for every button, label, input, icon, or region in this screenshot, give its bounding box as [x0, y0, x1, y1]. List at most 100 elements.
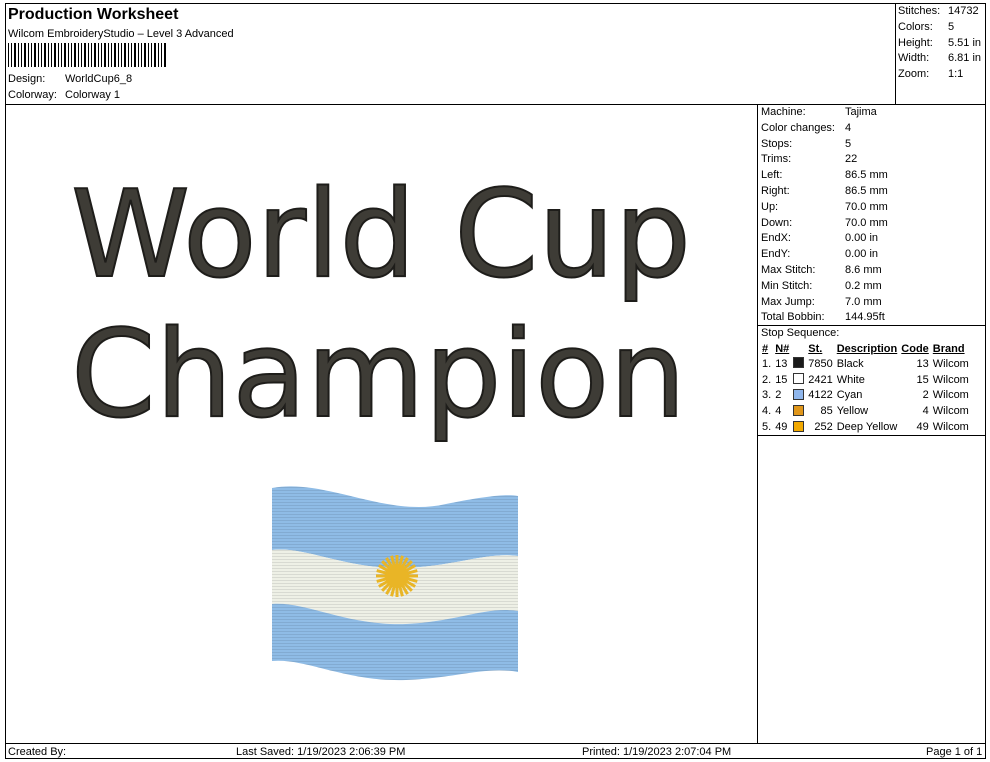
machine-info-value: 0.00 in: [845, 232, 879, 245]
machine-info-value: 22: [845, 153, 858, 166]
machine-info-value: 8.6 mm: [845, 264, 882, 276]
colorway-value: Colorway 1: [65, 89, 121, 101]
row-description: White: [836, 373, 865, 386]
row-code: 2: [922, 389, 929, 402]
stop-sequence-row: 3. 2 4122 Cyan 2 Wilcom: [760, 388, 971, 404]
machine-info-label: Stops:: [761, 137, 793, 150]
stop-sequence-title: Stop Sequence:: [761, 327, 840, 339]
machine-info-value: 144.95ft: [845, 311, 885, 324]
row-needle: 49: [775, 421, 788, 434]
machine-info-label: Left:: [761, 169, 783, 182]
row-code: 4: [922, 405, 929, 418]
footer-printed: Printed: 1/19/2023 2:07:04 PM: [582, 746, 732, 758]
machine-info-value: 86.5 mm: [845, 185, 888, 197]
thread-color-swatch: [793, 404, 805, 416]
machine-info-label: Color changes:: [761, 121, 835, 134]
row-brand: Wilcom: [932, 373, 969, 386]
design-value: WorldCup6_8: [65, 73, 133, 85]
col-swatch: [791, 341, 806, 356]
col-description: Description: [836, 342, 898, 355]
summary-value: 14732: [948, 5, 979, 17]
footer-created-by: Created By:: [8, 746, 67, 758]
row-code: 13: [916, 357, 929, 370]
design-text-line-2: Champion: [71, 306, 686, 445]
side-panel-separator: [757, 325, 986, 326]
col-brand: Brand: [932, 342, 965, 355]
row-number: 2.: [762, 373, 772, 386]
sun-of-may: [376, 555, 418, 597]
row-stitches: 4122: [808, 389, 833, 402]
machine-info-label: Trims:: [761, 153, 792, 166]
machine-info-label: Max Jump:: [761, 295, 815, 308]
row-needle: 2: [775, 389, 782, 402]
col-number: #: [762, 342, 769, 355]
machine-info-label: Max Stitch:: [761, 264, 816, 276]
row-description: Deep Yellow: [836, 421, 898, 434]
header-divider: [5, 104, 986, 105]
footer-page: Page 1 of 1: [926, 746, 983, 758]
row-brand: Wilcom: [932, 357, 969, 370]
stop-sequence-row: 5. 49 252 Deep Yellow 49 Wilcom: [760, 419, 971, 435]
summary-value: 1:1: [948, 68, 964, 81]
row-number: 5.: [762, 421, 772, 434]
color-swatch: [791, 419, 806, 435]
design-label: Design:: [8, 73, 46, 85]
summary-divider: [895, 3, 896, 104]
machine-info-value: 7.0 mm: [845, 295, 882, 308]
design-preview: World Cup Champion: [6, 106, 756, 743]
stop-sequence-table: # N# St. Description Code Brand 1. 13 7850…: [760, 341, 971, 435]
summary-label: Height:: [898, 36, 933, 49]
machine-info-label: Machine:: [761, 106, 806, 118]
stop-sequence-row: 2. 15 2421 White 15 Wilcom: [760, 372, 971, 388]
row-stitches: 7850: [808, 357, 833, 370]
row-stitches: 2421: [808, 373, 833, 386]
row-number: 4.: [762, 405, 772, 418]
page-title: Production Worksheet: [8, 6, 179, 23]
row-number: 3.: [762, 389, 772, 402]
footer-divider: [5, 743, 986, 744]
stop-table-bottom: [757, 435, 986, 436]
stop-sequence-row: 4. 4 85 Yellow 4 Wilcom: [760, 403, 971, 419]
machine-info-value: 4: [845, 121, 852, 134]
row-code: 15: [916, 373, 929, 386]
color-swatch: [791, 372, 806, 388]
col-needle: N#: [775, 342, 790, 355]
machine-info-value: 70.0 mm: [845, 216, 888, 229]
summary-label: Stitches:: [898, 5, 941, 17]
colorway-label: Colorway:: [8, 89, 57, 101]
row-brand: Wilcom: [932, 421, 969, 434]
row-description: Cyan: [836, 389, 863, 402]
barcode: [8, 43, 166, 67]
col-code: Code: [901, 342, 929, 355]
row-description: Yellow: [836, 405, 869, 418]
machine-info-value: 86.5 mm: [845, 169, 888, 182]
argentina-flag: [272, 486, 518, 681]
row-stitches: 252: [814, 421, 833, 434]
thread-color-swatch: [793, 388, 805, 400]
stop-sequence-row: 1. 13 7850 Black 13 Wilcom: [760, 356, 971, 372]
summary-label: Colors:: [898, 20, 933, 33]
thread-color-swatch: [793, 420, 805, 432]
embroidery-canvas: World Cup Champion: [70, 165, 692, 681]
summary-value: 5.51 in: [948, 36, 982, 49]
row-needle: 15: [775, 373, 788, 386]
thread-color-swatch: [793, 357, 805, 369]
row-brand: Wilcom: [932, 389, 969, 402]
machine-info-label: Down:: [761, 216, 793, 229]
summary-value: 6.81 in: [948, 52, 982, 65]
machine-info-value: Tajima: [845, 106, 877, 118]
row-brand: Wilcom: [932, 405, 969, 418]
row-needle: 4: [775, 405, 782, 418]
software-name: Wilcom EmbroideryStudio – Level 3 Advanc…: [8, 28, 234, 40]
summary-label: Width:: [898, 52, 930, 65]
color-swatch: [791, 403, 806, 419]
machine-info-value: 0.2 mm: [845, 279, 882, 292]
row-needle: 13: [775, 357, 788, 370]
stop-sequence-header-row: # N# St. Description Code Brand: [760, 341, 971, 356]
summary-value: 5: [948, 20, 955, 33]
machine-info-label: Min Stitch:: [761, 279, 813, 292]
row-stitches: 85: [820, 405, 833, 418]
thread-color-swatch: [793, 373, 805, 385]
machine-info-label: Right:: [761, 185, 790, 197]
color-swatch: [791, 388, 806, 404]
